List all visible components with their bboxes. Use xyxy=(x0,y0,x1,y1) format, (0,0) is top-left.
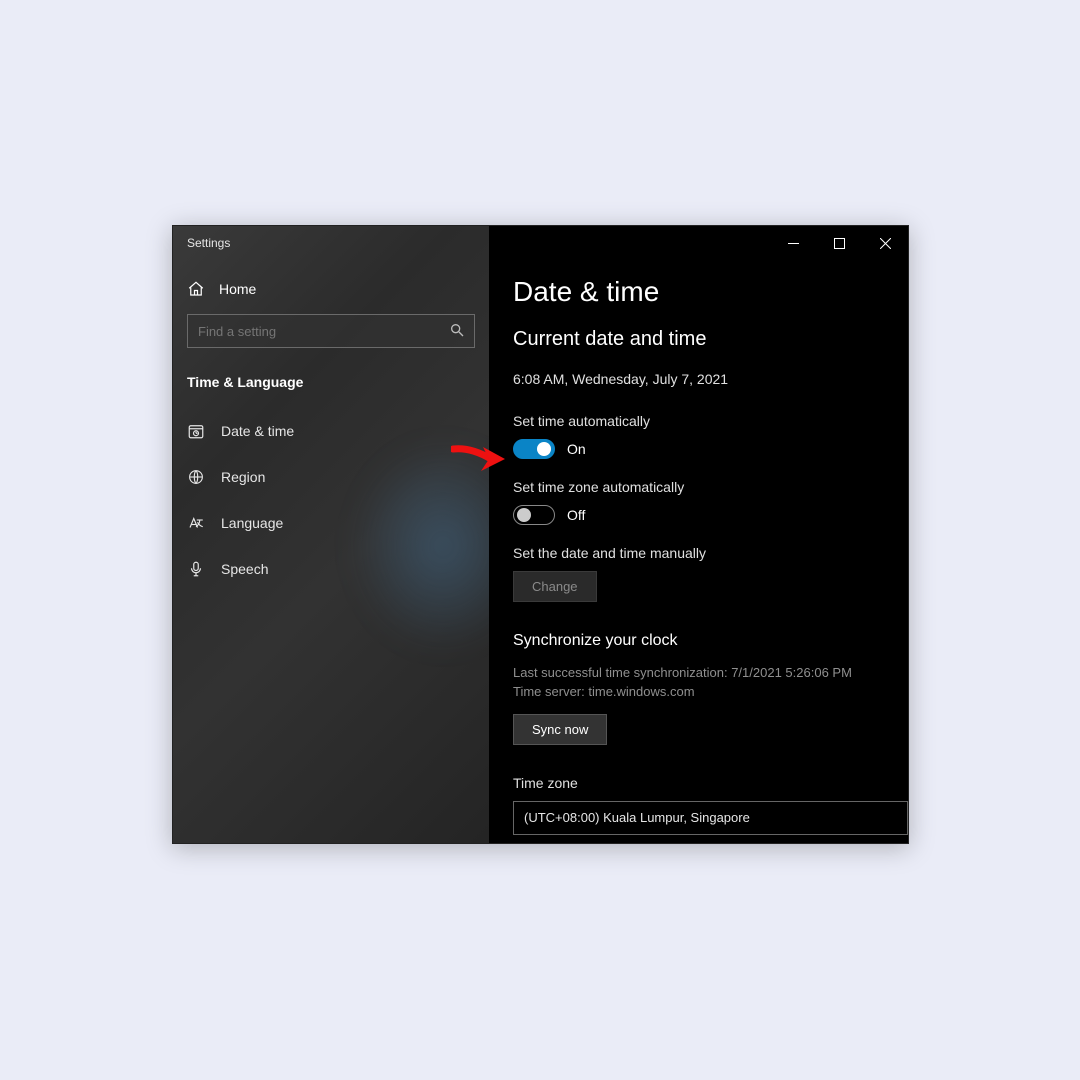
window-title: Settings xyxy=(173,226,489,260)
timezone-value: (UTC+08:00) Kuala Lumpur, Singapore xyxy=(524,810,750,825)
set-timezone-auto-toggle[interactable] xyxy=(513,505,555,525)
current-datetime-value: 6:08 AM, Wednesday, July 7, 2021 xyxy=(513,371,908,387)
home-icon xyxy=(187,280,205,298)
globe-icon xyxy=(187,468,205,486)
set-time-auto-toggle[interactable] xyxy=(513,439,555,459)
sidebar-item-label: Language xyxy=(221,515,283,531)
sync-server: Time server: time.windows.com xyxy=(513,683,908,702)
sidebar-home[interactable]: Home xyxy=(173,260,489,314)
set-manual-label: Set the date and time manually xyxy=(513,545,908,561)
sidebar-home-label: Home xyxy=(219,281,256,297)
sync-last: Last successful time synchronization: 7/… xyxy=(513,664,908,683)
sidebar-item-region[interactable]: Region xyxy=(173,454,489,500)
sync-now-button[interactable]: Sync now xyxy=(513,714,607,745)
close-button[interactable] xyxy=(862,226,908,260)
timezone-select[interactable]: (UTC+08:00) Kuala Lumpur, Singapore xyxy=(513,801,908,835)
minimize-button[interactable] xyxy=(770,226,816,260)
search-input[interactable] xyxy=(187,314,475,348)
microphone-icon xyxy=(187,560,205,578)
search-icon xyxy=(449,322,465,338)
settings-window: Settings Home Time & Language xyxy=(172,225,909,844)
language-icon xyxy=(187,514,205,532)
page-title: Date & time xyxy=(513,276,908,308)
sidebar-item-language[interactable]: Language xyxy=(173,500,489,546)
section-current-datetime-heading: Current date and time xyxy=(513,328,908,351)
sidebar-category: Time & Language xyxy=(173,348,489,408)
timezone-label: Time zone xyxy=(513,775,908,791)
clock-icon xyxy=(187,422,205,440)
sidebar-item-speech[interactable]: Speech xyxy=(173,546,489,592)
set-time-auto-label: Set time automatically xyxy=(513,413,908,429)
sidebar: Settings Home Time & Language xyxy=(173,226,489,843)
sidebar-item-label: Date & time xyxy=(221,423,294,439)
set-timezone-auto-label: Set time zone automatically xyxy=(513,479,908,495)
change-datetime-button: Change xyxy=(513,571,597,602)
maximize-button[interactable] xyxy=(816,226,862,260)
window-controls xyxy=(770,226,908,260)
set-time-auto-state: On xyxy=(567,441,586,457)
sidebar-item-label: Region xyxy=(221,469,265,485)
main-panel: Date & time Current date and time 6:08 A… xyxy=(489,226,908,843)
sidebar-item-label: Speech xyxy=(221,561,268,577)
set-timezone-auto-state: Off xyxy=(567,507,585,523)
sidebar-item-date-time[interactable]: Date & time xyxy=(173,408,489,454)
sync-heading: Synchronize your clock xyxy=(513,632,908,650)
